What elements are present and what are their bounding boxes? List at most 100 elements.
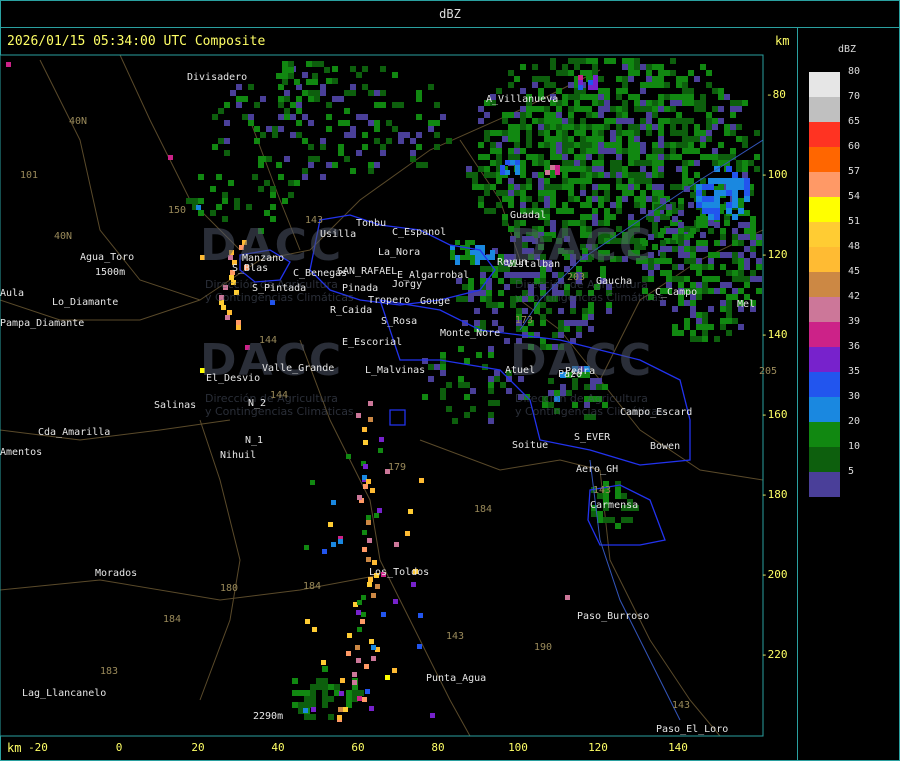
echo-pixel — [514, 130, 520, 136]
echo-pixel — [696, 184, 702, 190]
echo-pixel — [726, 318, 732, 324]
echo-pixel — [198, 198, 204, 204]
echo-pixel — [670, 100, 676, 106]
echo-pixel — [610, 58, 616, 64]
echo-pixel — [356, 658, 361, 663]
echo-pixel — [186, 198, 192, 204]
echo-pixel — [744, 210, 750, 216]
echo-pixel — [350, 66, 356, 72]
echo-pixel — [634, 142, 640, 148]
echo-pixel — [308, 120, 314, 126]
echo-pixel — [688, 142, 694, 148]
echo-pixel — [514, 76, 520, 82]
echo-pixel — [470, 250, 475, 255]
echo-pixel — [696, 216, 702, 222]
echo-pixel — [508, 190, 514, 196]
echo-pixel — [472, 172, 478, 178]
radar-map[interactable] — [0, 0, 797, 761]
echo-pixel — [478, 154, 484, 160]
echo-pixel — [308, 156, 314, 162]
echo-pixel — [502, 136, 508, 142]
echo-pixel — [540, 314, 546, 320]
echo-pixel — [678, 252, 684, 258]
echo-pixel — [460, 255, 465, 260]
echo-pixel — [672, 246, 678, 252]
place-label: 1500m — [95, 267, 126, 278]
echo-pixel — [598, 112, 604, 118]
echo-pixel — [658, 82, 664, 88]
echo-pixel — [684, 258, 690, 264]
echo-pixel — [508, 70, 514, 76]
echo-pixel — [744, 228, 750, 234]
echo-pixel — [544, 118, 550, 124]
echo-pixel — [452, 418, 458, 424]
echo-pixel — [652, 64, 658, 70]
echo-pixel — [702, 196, 708, 202]
echo-pixel — [742, 142, 748, 148]
echo-pixel — [610, 130, 616, 136]
echo-pixel — [628, 190, 634, 196]
echo-pixel — [296, 108, 302, 114]
echo-pixel — [690, 264, 696, 270]
echo-pixel — [462, 296, 468, 302]
legend-swatch — [809, 322, 840, 347]
echo-pixel — [682, 172, 688, 178]
echo-pixel — [374, 513, 379, 518]
echo-pixel — [326, 78, 332, 84]
echo-pixel — [640, 148, 646, 154]
echo-pixel — [682, 94, 688, 100]
echo-pixel — [714, 214, 720, 220]
echo-pixel — [304, 702, 310, 708]
echo-pixel — [270, 204, 276, 210]
echo-pixel — [514, 154, 520, 160]
echo-pixel — [398, 132, 404, 138]
echo-pixel — [604, 100, 610, 106]
echo-pixel — [726, 202, 732, 208]
echo-pixel — [538, 130, 544, 136]
echo-pixel — [308, 144, 314, 150]
echo-pixel — [266, 156, 272, 162]
echo-pixel — [488, 388, 494, 394]
echo-pixel — [312, 627, 317, 632]
echo-pixel — [500, 382, 506, 388]
echo-pixel — [732, 258, 738, 264]
echo-pixel — [368, 401, 373, 406]
echo-pixel — [658, 76, 664, 82]
echo-pixel — [634, 202, 640, 208]
x-tick-label: 120 — [588, 741, 608, 754]
echo-pixel — [308, 90, 314, 96]
echo-pixel — [736, 124, 742, 130]
echo-pixel — [622, 148, 628, 154]
echo-pixel — [440, 394, 446, 400]
place-label: E_Escorial — [342, 337, 403, 348]
echo-pixel — [310, 690, 316, 696]
echo-pixel — [210, 186, 216, 192]
echo-pixel — [578, 75, 583, 80]
echo-pixel — [714, 240, 720, 246]
echo-pixel — [562, 136, 568, 142]
echo-pixel — [556, 124, 562, 130]
echo-pixel — [332, 66, 338, 72]
echo-pixel — [470, 240, 475, 245]
echo-pixel — [622, 184, 628, 190]
echo-pixel — [604, 208, 610, 214]
echo-pixel — [666, 210, 672, 216]
echo-pixel — [718, 106, 724, 112]
echo-pixel — [282, 73, 288, 79]
echo-pixel — [224, 150, 230, 156]
echo-pixel — [678, 264, 684, 270]
echo-pixel — [712, 106, 718, 112]
echo-pixel — [538, 142, 544, 148]
route-number: 184 — [163, 614, 182, 625]
echo-pixel — [486, 284, 492, 290]
echo-pixel — [550, 184, 556, 190]
echo-pixel — [654, 264, 660, 270]
echo-pixel — [732, 178, 738, 184]
echo-pixel — [484, 184, 490, 190]
echo-pixel — [604, 58, 610, 64]
echo-pixel — [658, 106, 664, 112]
echo-pixel — [450, 255, 455, 260]
echo-pixel — [720, 318, 726, 324]
echo-pixel — [732, 288, 738, 294]
echo-pixel — [616, 184, 622, 190]
